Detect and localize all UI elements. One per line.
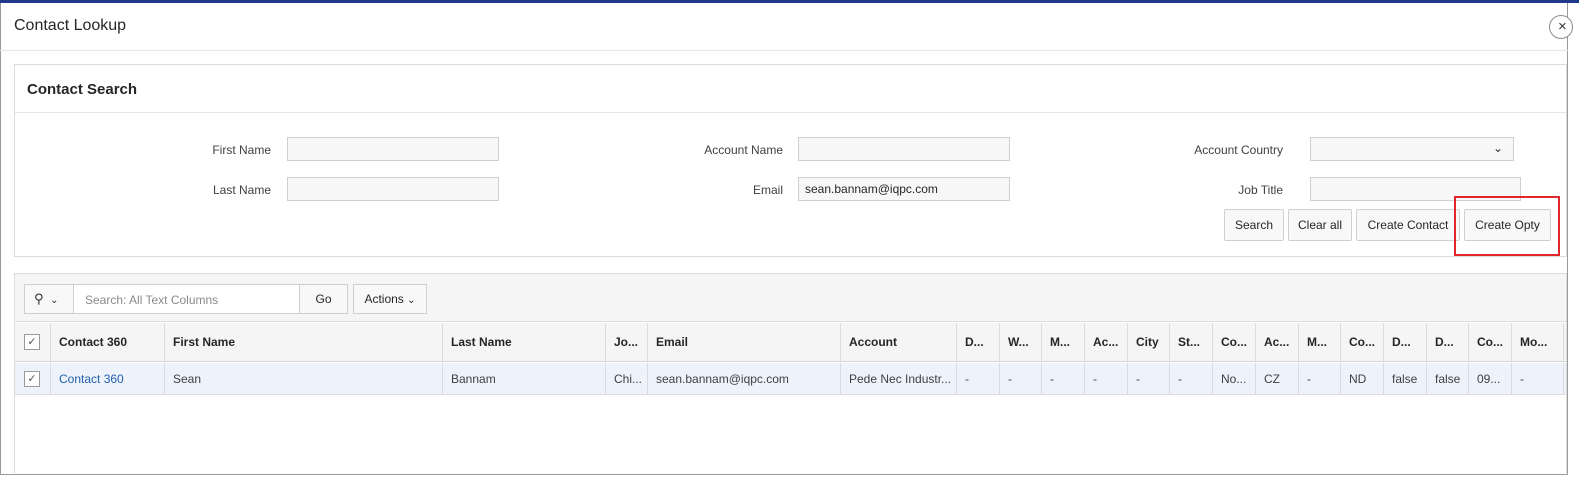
job-title-label: Job Title — [1238, 183, 1283, 197]
column-header[interactable]: D... — [957, 323, 1000, 361]
column-header[interactable]: Email — [648, 323, 841, 361]
create-opty-highlight-box — [1454, 196, 1560, 256]
create-contact-button[interactable]: Create Contact — [1356, 209, 1460, 241]
actions-menu-button[interactable]: Actions ⌄ — [353, 284, 427, 314]
account-name-field[interactable] — [798, 137, 1010, 161]
table-cell: ND — [1341, 363, 1384, 394]
column-header[interactable]: Mo... — [1512, 323, 1564, 361]
go-button[interactable]: Go — [299, 285, 347, 313]
chevron-down-icon: ⌄ — [407, 295, 416, 306]
report-search-bar: ⚲ ⌄ Search: All Text Columns Go — [24, 284, 348, 314]
contact-report-region: ⚲ ⌄ Search: All Text Columns Go Actions … — [14, 273, 1567, 473]
grid-header-row: ✓ Contact 360 First Name Last Name Jo...… — [15, 323, 1566, 362]
table-cell: false — [1427, 363, 1469, 394]
email-field[interactable] — [798, 177, 1010, 201]
report-toolbar: ⚲ ⌄ Search: All Text Columns Go Actions … — [15, 274, 1566, 322]
column-header[interactable]: Contact 360 — [51, 323, 165, 361]
account-country-select[interactable]: ⌄ — [1310, 137, 1514, 161]
contact-360-cell: Contact 360 — [51, 363, 165, 394]
table-cell: - — [1512, 363, 1564, 394]
column-header[interactable]: D... — [1427, 323, 1469, 361]
search-icon: ⚲ — [34, 291, 44, 306]
row-select-cell: ✓ — [15, 363, 51, 394]
column-header[interactable]: W... — [1000, 323, 1042, 361]
contact-360-link[interactable]: Contact 360 — [59, 372, 124, 386]
table-cell: - — [1128, 363, 1170, 394]
column-header[interactable]: Co... — [1469, 323, 1512, 361]
table-cell: Pede Nec Industr... — [841, 363, 957, 394]
column-header[interactable]: Last Name — [443, 323, 606, 361]
table-cell: CZ — [1256, 363, 1299, 394]
first-name-label: First Name — [212, 143, 271, 157]
report-search-input[interactable]: Search: All Text Columns — [85, 293, 218, 307]
column-header[interactable]: M... — [1299, 323, 1341, 361]
chevron-down-icon: ⌄ — [50, 295, 59, 306]
close-icon[interactable]: × — [1549, 15, 1573, 39]
column-header[interactable]: First Name — [165, 323, 443, 361]
region-title: Contact Search — [27, 81, 138, 98]
column-header[interactable]: Co... — [1341, 323, 1384, 361]
account-name-label: Account Name — [704, 143, 783, 157]
contact-search-region: Contact Search First Name Last Name Acco… — [14, 64, 1567, 257]
table-cell: - — [957, 363, 1000, 394]
chevron-down-icon: ⌄ — [1492, 141, 1503, 155]
column-header[interactable]: Account — [841, 323, 957, 361]
title-divider — [0, 50, 1568, 51]
last-name-field[interactable] — [287, 177, 499, 201]
table-cell: Sean — [165, 363, 443, 394]
column-header[interactable]: St... — [1170, 323, 1213, 361]
column-header[interactable]: D... — [1384, 323, 1427, 361]
email-label: Email — [752, 183, 783, 197]
column-header[interactable]: M... — [1042, 323, 1085, 361]
table-cell: - — [1170, 363, 1213, 394]
select-all-cell: ✓ — [15, 323, 51, 361]
column-header[interactable]: Ac... — [1256, 323, 1299, 361]
first-name-field[interactable] — [287, 137, 499, 161]
table-cell: Bannam — [443, 363, 606, 394]
region-divider — [15, 112, 1566, 113]
table-cell: sean.bannam@iqpc.com — [648, 363, 841, 394]
table-cell: false — [1384, 363, 1427, 394]
actions-label: Actions — [364, 292, 404, 306]
clear-all-button[interactable]: Clear all — [1288, 209, 1352, 241]
table-cell: 09... — [1469, 363, 1512, 394]
column-header[interactable]: Co... — [1213, 323, 1256, 361]
table-cell: - — [1042, 363, 1085, 394]
column-header[interactable]: City — [1128, 323, 1170, 361]
row-checkbox[interactable]: ✓ — [24, 371, 40, 387]
table-cell: - — [1299, 363, 1341, 394]
last-name-label: Last Name — [212, 183, 271, 197]
search-column-menu[interactable]: ⚲ ⌄ — [25, 285, 74, 313]
table-cell: - — [1085, 363, 1128, 394]
table-row[interactable]: ✓ Contact 360 Sean Bannam Chi... sean.ba… — [15, 363, 1566, 395]
column-header[interactable]: Ac... — [1085, 323, 1128, 361]
account-country-label: Account Country — [1194, 143, 1283, 157]
table-cell: Chi... — [606, 363, 648, 394]
select-all-checkbox[interactable]: ✓ — [24, 334, 40, 350]
table-cell: No... — [1213, 363, 1256, 394]
column-header[interactable]: Jo... — [606, 323, 648, 361]
table-cell: - — [1000, 363, 1042, 394]
search-button[interactable]: Search — [1224, 209, 1284, 241]
dialog-title: Contact Lookup — [14, 17, 127, 34]
